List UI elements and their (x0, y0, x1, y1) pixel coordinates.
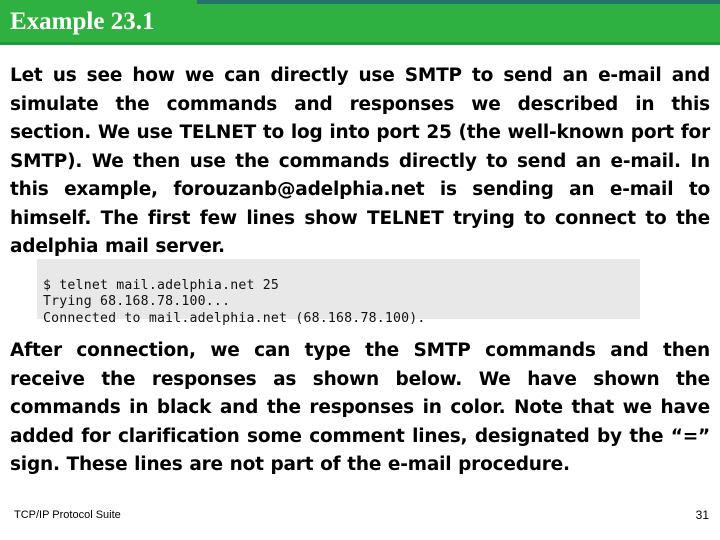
slide: Example 23.1 Let us see how we can direc… (0, 0, 720, 540)
page-title: Example 23.1 (10, 8, 155, 35)
footer-book-title: TCP/IP Protocol Suite (14, 509, 121, 521)
header-top-accent-stripe (197, 0, 720, 4)
body-paragraph-1: Let us see how we can directly use SMTP … (10, 65, 710, 257)
body-paragraph-2: After connection, we can type the SMTP c… (10, 340, 710, 475)
terminal-code-text: $ telnet mail.adelphia.net 25 Trying 68.… (43, 278, 426, 326)
terminal-code-block: $ telnet mail.adelphia.net 25 Trying 68.… (37, 259, 640, 326)
header-bottom-accent-stripe (0, 42, 720, 45)
footer-page-number: 31 (695, 508, 709, 522)
